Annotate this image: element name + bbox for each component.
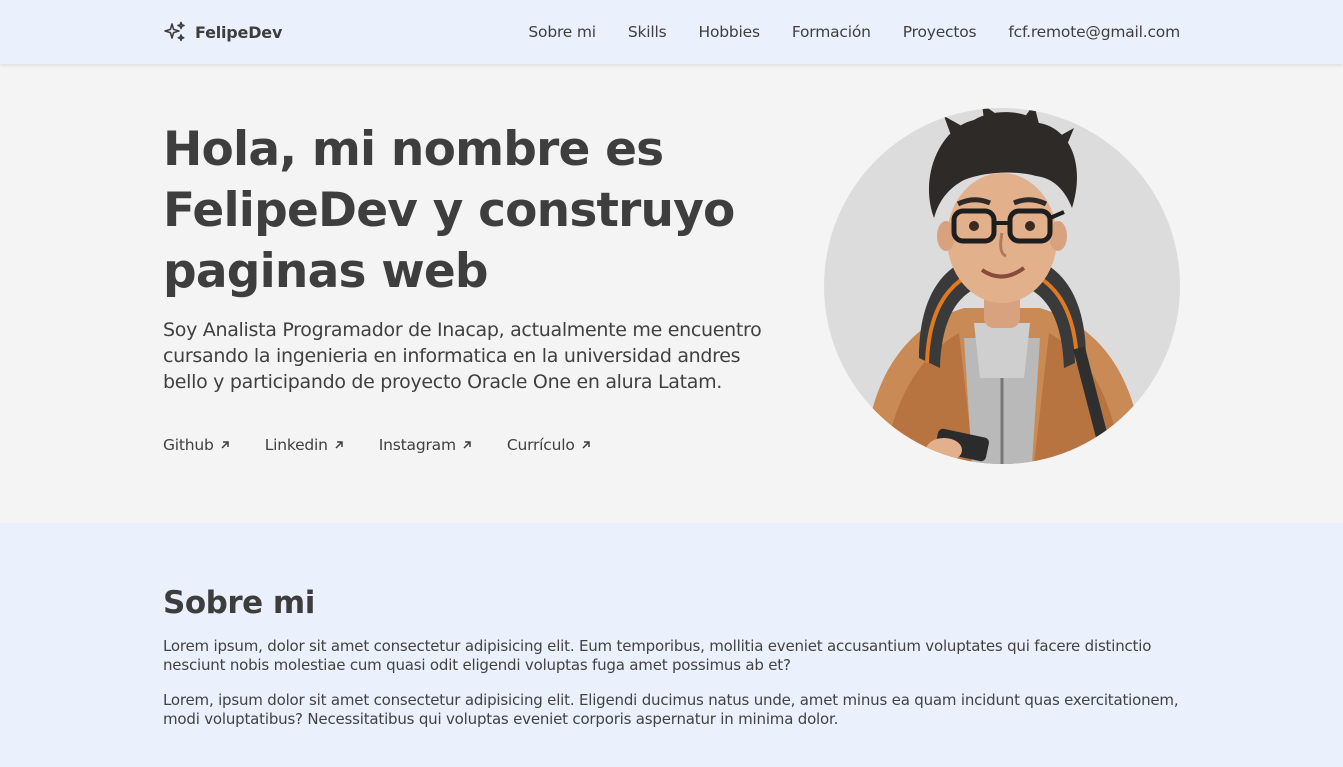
top-navbar: FelipeDev Sobre mi Skills Hobbies Formac…	[0, 0, 1343, 64]
hero-description: Soy Analista Programador de Inacap, actu…	[163, 319, 762, 393]
about-paragraph-1: Lorem ipsum, dolor sit amet consectetur …	[163, 637, 1152, 674]
about-section: Sobre mi Lorem ipsum, dolor sit amet con…	[0, 523, 1343, 767]
linkedin-link-label: Linkedin	[264, 436, 328, 454]
nav-links: Sobre mi Skills Hobbies Formación Proyec…	[528, 21, 1180, 43]
avatar	[824, 108, 1180, 464]
hero-title: Hola, mi nombre es FelipeDev y construyo…	[163, 122, 735, 299]
about-paragraph-2: Lorem, ipsum dolor sit amet consectetur …	[163, 691, 1179, 728]
arrow-up-right-icon	[221, 441, 229, 449]
nav-link-email[interactable]: fcf.remote@gmail.com	[1008, 21, 1180, 43]
hero-section: Hola, mi nombre es FelipeDev y construyo…	[0, 64, 1343, 523]
about-title: Sobre mi	[163, 585, 315, 621]
avatar-illustration	[864, 108, 1144, 464]
social-links: Github Linkedin Instagram Currículo	[163, 436, 592, 454]
instagram-link[interactable]: Instagram	[379, 436, 473, 454]
instagram-link-label: Instagram	[378, 436, 456, 454]
linkedin-link[interactable]: Linkedin	[265, 436, 345, 454]
nav-link-hobbies[interactable]: Hobbies	[699, 21, 761, 43]
nav-link-skills[interactable]: Skills	[628, 21, 667, 43]
brand-name: FelipeDev	[195, 22, 283, 42]
arrow-up-right-icon	[335, 441, 343, 449]
curriculo-link[interactable]: Currículo	[507, 436, 592, 454]
github-link[interactable]: Github	[163, 436, 231, 454]
arrow-up-right-icon	[463, 441, 471, 449]
arrow-up-right-icon	[582, 441, 590, 449]
github-link-label: Github	[163, 436, 214, 454]
curriculo-link-label: Currículo	[506, 436, 575, 454]
nav-link-proyectos[interactable]: Proyectos	[903, 21, 977, 43]
nav-link-sobre-mi[interactable]: Sobre mi	[528, 21, 596, 43]
brand-logo-link[interactable]: FelipeDev	[163, 20, 282, 44]
sparkles-icon	[164, 21, 185, 42]
nav-link-formacion[interactable]: Formación	[792, 21, 871, 43]
